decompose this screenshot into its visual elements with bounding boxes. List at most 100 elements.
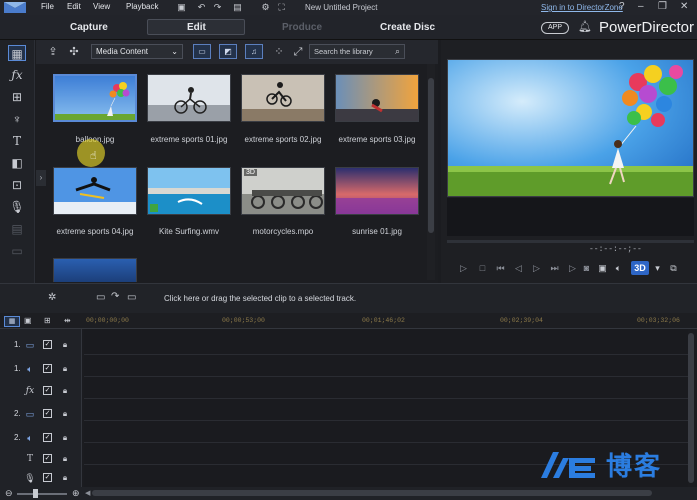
menu-view[interactable]: View <box>93 2 110 11</box>
track-row[interactable] <box>84 333 688 355</box>
track-enable-checkbox[interactable]: ✓ <box>43 473 52 482</box>
particle-room-icon[interactable]: ♆ <box>8 111 26 127</box>
title-room-icon[interactable]: T <box>8 133 26 149</box>
timeline-horizontal-scroll-thumb[interactable] <box>92 490 652 496</box>
fullscreen-icon[interactable]: ⛶ <box>276 2 287 12</box>
track-enable-checkbox[interactable]: ✓ <box>43 364 52 373</box>
menu-playback[interactable]: Playback <box>126 2 158 11</box>
save-icon[interactable]: ▣ <box>176 2 187 12</box>
close-button[interactable]: ✕ <box>680 1 688 12</box>
lock-icon[interactable]: 🔒︎ <box>60 472 70 483</box>
media-room-icon[interactable]: ▦ <box>8 45 26 61</box>
preview-seek-bar[interactable] <box>447 240 694 243</box>
undo-icon[interactable]: ↶ <box>196 2 207 12</box>
track-enable-checkbox[interactable]: ✓ <box>43 340 52 349</box>
lock-icon[interactable]: 🔒︎ <box>60 363 70 374</box>
track-row[interactable] <box>84 377 688 399</box>
previous-frame-icon[interactable]: ⏮︎ <box>494 262 507 275</box>
insert-icon[interactable]: ▭ <box>96 292 105 303</box>
pip-room-icon[interactable]: ⊞ <box>8 89 26 105</box>
overwrite-icon[interactable]: ↷ <box>111 291 119 302</box>
media-thumbnail-balloon[interactable] <box>53 74 137 122</box>
media-thumbnail-kite-surfing[interactable] <box>147 167 231 215</box>
magic-tools-icon[interactable]: ✲ <box>48 292 56 303</box>
timeline-vertical-scrollbar[interactable] <box>688 333 694 483</box>
settings-icon[interactable]: ⚙ <box>260 2 271 12</box>
scroll-left-icon[interactable]: ◀ <box>85 489 90 497</box>
subtitle-room-icon[interactable]: ▭ <box>8 243 26 259</box>
fit-timeline-icon[interactable]: ⇹ <box>64 316 71 325</box>
volume-icon[interactable]: 🔈︎ <box>612 262 625 275</box>
filter-video-button[interactable]: ▭ <box>193 44 211 59</box>
track-row[interactable] <box>84 399 688 421</box>
media-thumbnail-motorcycles[interactable]: 3D <box>241 167 325 215</box>
play-icon[interactable]: ▷ <box>457 262 470 275</box>
filter-image-button[interactable]: ◩ <box>219 44 237 59</box>
lock-icon[interactable]: 🔒︎ <box>60 385 70 396</box>
zoom-slider-handle[interactable] <box>33 489 38 498</box>
timeline-view-icon[interactable]: ▦ <box>4 316 20 327</box>
media-thumbnail-sunrise-01[interactable] <box>335 167 419 215</box>
lock-icon[interactable]: 🔒︎ <box>60 408 70 419</box>
media-thumbnail-extreme-sports-03[interactable] <box>335 74 419 122</box>
3d-mode-button[interactable]: 3D <box>631 261 649 275</box>
filter-audio-button[interactable]: ♫ <box>245 44 263 59</box>
tab-edit[interactable]: Edit <box>187 22 206 33</box>
plugins-icon[interactable]: ✣ <box>67 45 81 59</box>
media-thumbnail-extreme-sports-02[interactable] <box>241 74 325 122</box>
tab-produce[interactable]: Produce <box>282 22 322 33</box>
snapshot-icon[interactable]: ◙ <box>580 262 593 275</box>
voice-over-room-icon[interactable]: 🎙︎ <box>8 199 26 215</box>
library-scroll-thumb[interactable] <box>428 78 434 233</box>
help-button[interactable]: ? <box>619 1 625 12</box>
search-icon[interactable]: ⌕ <box>395 45 400 58</box>
fast-forward-icon[interactable]: ▷ <box>566 262 579 275</box>
track-row[interactable] <box>84 421 688 443</box>
track-enable-checkbox[interactable]: ✓ <box>43 454 52 463</box>
transition-room-icon[interactable]: ◧ <box>8 155 26 171</box>
track-row[interactable] <box>84 355 688 377</box>
track-enable-checkbox[interactable]: ✓ <box>43 386 52 395</box>
fx-room-icon[interactable]: ƒx <box>8 67 26 83</box>
zoom-in-icon[interactable]: ⊕ <box>72 488 80 499</box>
stop-icon[interactable]: □ <box>476 262 489 275</box>
chapter-room-icon[interactable]: ▤ <box>8 221 26 237</box>
signin-link[interactable]: Sign in to DirectorZone <box>541 3 623 12</box>
media-thumbnail-extreme-sports-01[interactable] <box>147 74 231 122</box>
notification-icon[interactable]: 🔔︎ <box>578 20 592 33</box>
storyboard-view-icon[interactable]: ▣ <box>24 316 32 325</box>
preview-quality-icon[interactable]: ▣ <box>596 262 609 275</box>
redo-icon[interactable]: ↷ <box>212 2 223 12</box>
menu-edit[interactable]: Edit <box>67 2 81 11</box>
next-frame-icon[interactable]: ⏭︎ <box>548 262 561 275</box>
minimize-button[interactable]: – <box>638 1 644 12</box>
media-thumbnail-partial[interactable] <box>53 258 137 282</box>
track-enable-checkbox[interactable]: ✓ <box>43 433 52 442</box>
grid-view-icon[interactable]: ⁘ <box>272 45 286 59</box>
tab-capture[interactable]: Capture <box>70 22 108 33</box>
ripple-icon[interactable]: ▭ <box>127 292 136 303</box>
library-search-input[interactable]: Search the library ⌕ <box>309 44 405 59</box>
track-enable-checkbox[interactable]: ✓ <box>43 409 52 418</box>
app-badge-button[interactable]: APP <box>541 22 569 34</box>
chevron-down-icon[interactable]: ▾ <box>651 262 664 275</box>
expand-library-icon[interactable]: ⤢ <box>291 45 305 59</box>
lock-icon[interactable]: 🔒︎ <box>60 432 70 443</box>
undock-preview-icon[interactable]: ⧉ <box>667 262 680 275</box>
zoom-slider[interactable] <box>17 493 67 495</box>
restore-button[interactable]: ❐ <box>658 1 667 12</box>
display-settings-icon[interactable]: ▤ <box>232 2 243 12</box>
lock-icon[interactable]: 🔒︎ <box>60 339 70 350</box>
zoom-out-icon[interactable]: ⊖ <box>5 488 13 499</box>
media-content-dropdown[interactable]: Media Content ⌄ <box>91 44 183 59</box>
step-forward-icon[interactable]: ▷ <box>530 262 543 275</box>
track-manager-icon[interactable]: ⊞ <box>44 316 51 325</box>
step-back-icon[interactable]: ◁ <box>512 262 525 275</box>
audio-mixing-room-icon[interactable]: ⊡ <box>8 177 26 193</box>
import-media-icon[interactable]: ⇪ <box>46 45 60 59</box>
media-thumbnail-extreme-sports-04[interactable] <box>53 167 137 215</box>
menu-file[interactable]: File <box>41 2 54 11</box>
tab-create-disc[interactable]: Create Disc <box>380 22 435 33</box>
lock-icon[interactable]: 🔒︎ <box>60 453 70 464</box>
collapse-panel-icon[interactable]: › <box>36 170 46 186</box>
